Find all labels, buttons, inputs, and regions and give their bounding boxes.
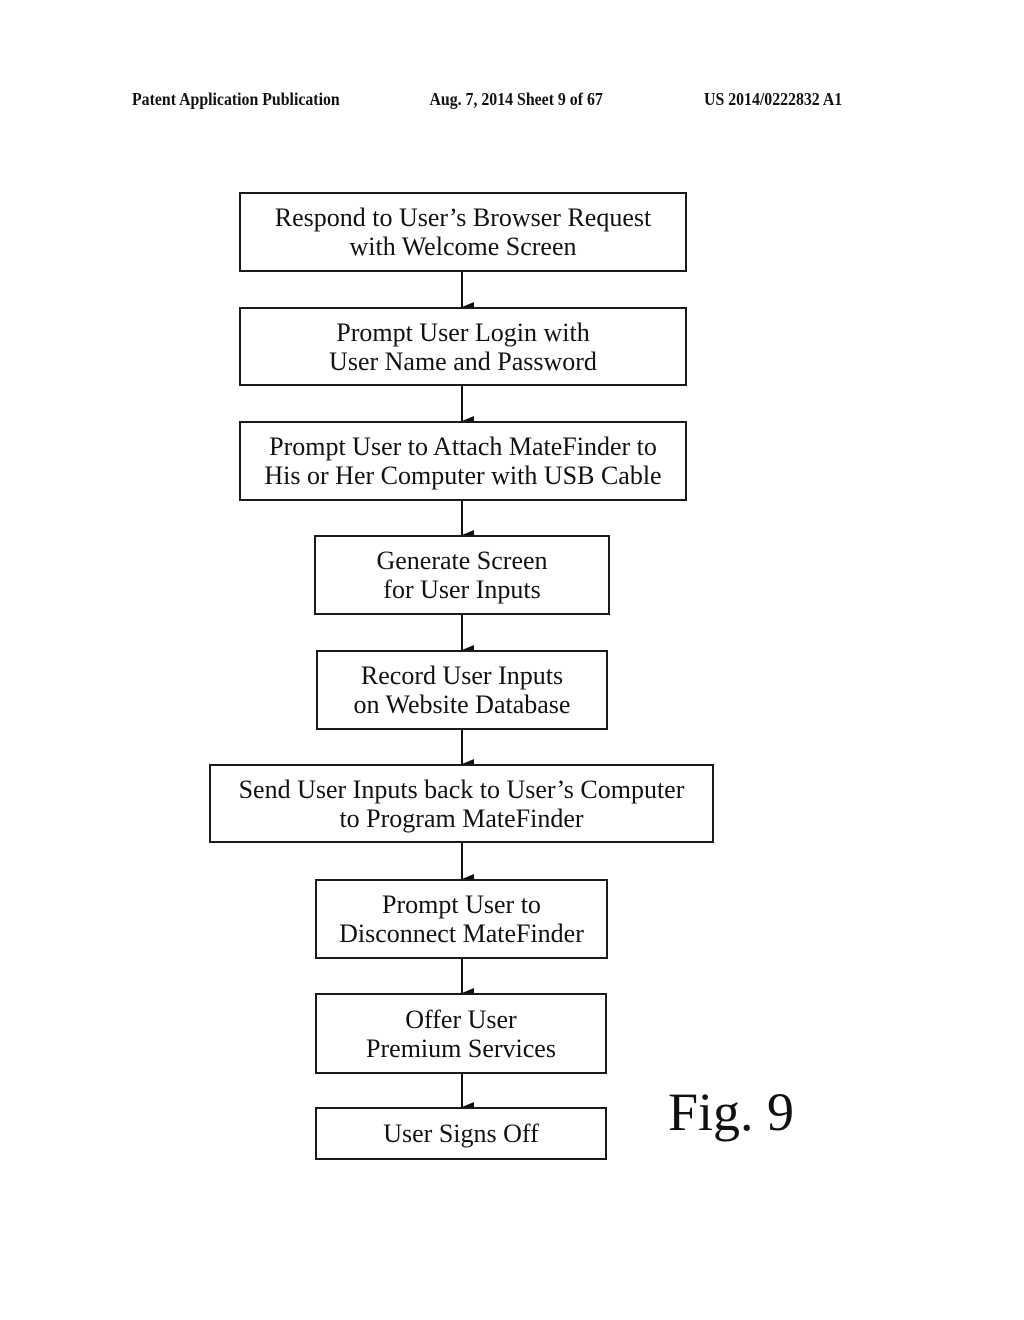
step-label: Send User Inputs back to User’s Computer… — [238, 774, 685, 833]
step-label: Generate Screen for User Inputs — [376, 546, 548, 604]
step-respond-welcome-screen: Respond to User’s Browser Request with W… — [239, 192, 687, 272]
step-record-inputs: Record User Inputs on Website Database — [316, 650, 608, 730]
step-label: Prompt User to Disconnect MateFinder — [339, 890, 584, 948]
step-label: Respond to User’s Browser Request with W… — [274, 203, 652, 261]
step-generate-input-screen: Generate Screen for User Inputs — [314, 535, 610, 615]
step-label: Record User Inputs on Website Database — [353, 661, 571, 719]
step-send-inputs-back: Send User Inputs back to User’s Computer… — [209, 764, 714, 843]
step-disconnect-matefinder: Prompt User to Disconnect MateFinder — [315, 879, 608, 959]
step-sign-off: User Signs Off — [315, 1107, 607, 1160]
step-label: Prompt User to Attach MateFinder to His … — [264, 432, 662, 490]
figure-label: Fig. 9 — [668, 1082, 795, 1142]
step-attach-matefinder: Prompt User to Attach MateFinder to His … — [239, 421, 687, 501]
step-prompt-login: Prompt User Login with User Name and Pas… — [239, 307, 687, 386]
step-offer-premium: Offer User Premium Services — [315, 993, 607, 1074]
step-label: User Signs Off — [383, 1119, 539, 1148]
step-label: Offer User Premium Services — [366, 1004, 556, 1063]
step-label: Prompt User Login with User Name and Pas… — [329, 317, 597, 376]
